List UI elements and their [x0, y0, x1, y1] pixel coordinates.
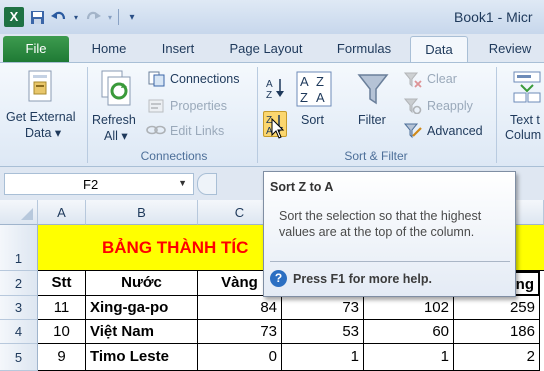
cell-gold[interactable]: 0	[198, 344, 282, 371]
ribbon: Get External Data ▾ Refresh All ▾ Connec…	[0, 62, 544, 167]
sort-a-to-z-icon[interactable]: AZ	[266, 77, 286, 102]
sort-z-to-a-tooltip: Sort Z to A Sort the selection so that t…	[263, 171, 516, 297]
cell-silver[interactable]: 1	[282, 344, 364, 371]
save-icon[interactable]	[28, 8, 46, 26]
svg-text:Z: Z	[316, 74, 324, 89]
svg-text:Z: Z	[266, 90, 272, 99]
tab-data[interactable]: Data	[410, 36, 468, 62]
edit-links-icon	[146, 124, 166, 139]
cell-country[interactable]: Xing-ga-po	[86, 296, 198, 320]
svg-text:A: A	[266, 79, 273, 90]
tooltip-title: Sort Z to A	[270, 180, 334, 194]
tab-home[interactable]: Home	[80, 36, 138, 62]
row-header-5[interactable]: 5	[0, 344, 38, 371]
reapply-button: Reapply	[427, 99, 473, 113]
cell-bronze[interactable]: 1	[364, 344, 454, 371]
connections-group-label: Connections	[140, 149, 208, 163]
filter-icon[interactable]	[357, 73, 389, 110]
mouse-cursor-icon	[271, 117, 285, 143]
window-title: Book1 - Micr	[454, 9, 533, 25]
row-header-2[interactable]: 2	[0, 271, 38, 296]
name-box-value: F2	[83, 177, 99, 192]
title-bar: X ▾ ▾ ▾ Book1 - Micr	[0, 0, 544, 34]
sort-filter-group-label: Sort & Filter	[344, 149, 408, 163]
select-all-corner[interactable]	[0, 200, 38, 225]
tab-page-layout[interactable]: Page Layout	[222, 36, 310, 62]
cell-country[interactable]: Timo Leste	[86, 344, 198, 371]
connections-icon[interactable]	[148, 71, 166, 90]
cell-country[interactable]: Việt Nam	[86, 320, 198, 344]
help-icon: ?	[270, 270, 287, 287]
get-external-data-label[interactable]: Get External	[6, 110, 75, 124]
formula-bar-handle[interactable]	[197, 173, 217, 195]
tooltip-help: ? Press F1 for more help.	[270, 270, 432, 287]
properties-icon	[148, 98, 166, 117]
row-header-4[interactable]: 4	[0, 320, 38, 344]
column-header-b[interactable]: B	[86, 200, 198, 225]
cell-gold[interactable]: 84	[198, 296, 282, 320]
reapply-icon	[403, 98, 422, 117]
cell-silver[interactable]: 53	[282, 320, 364, 344]
advanced-button[interactable]: Advanced	[427, 124, 483, 138]
chevron-down-icon[interactable]: ▼	[178, 178, 187, 188]
svg-text:A: A	[300, 74, 309, 89]
cell-total[interactable]: 259	[454, 296, 540, 320]
cell-total[interactable]: 186	[454, 320, 540, 344]
ribbon-tabs: File Home Insert Page Layout Formulas Da…	[0, 34, 544, 62]
cell-gold[interactable]: 73	[198, 320, 282, 344]
quick-access-toolbar: X ▾ ▾ ▾	[4, 6, 141, 28]
tab-file[interactable]: File	[3, 36, 69, 62]
refresh-all-label-2[interactable]: All ▾	[104, 128, 128, 143]
column-header-a[interactable]: A	[38, 200, 86, 225]
group-separator	[257, 67, 258, 163]
tab-insert[interactable]: Insert	[150, 36, 206, 62]
header-country[interactable]: Nước	[86, 271, 198, 296]
cell-stt[interactable]: 11	[38, 296, 86, 320]
sort-icon[interactable]: AZZA	[296, 71, 332, 110]
undo-dropdown-icon[interactable]: ▾	[72, 8, 80, 26]
group-separator	[87, 67, 88, 163]
get-external-data-label-2[interactable]: Data ▾	[25, 125, 61, 140]
sort-button[interactable]: Sort	[301, 113, 324, 127]
edit-links-button: Edit Links	[170, 124, 225, 138]
tab-formulas[interactable]: Formulas	[327, 36, 401, 62]
clear-filter-icon	[403, 72, 422, 91]
text-to-columns-label-2[interactable]: Colum	[505, 128, 541, 142]
cell-total[interactable]: 2	[454, 344, 540, 371]
cell-stt[interactable]: 9	[38, 344, 86, 371]
connections-button[interactable]: Connections	[170, 72, 240, 86]
group-separator	[496, 67, 497, 163]
text-to-columns-label[interactable]: Text t	[510, 113, 540, 127]
properties-button: Properties	[170, 99, 227, 113]
svg-text:Z: Z	[300, 90, 308, 105]
tooltip-help-text: Press F1 for more help.	[293, 271, 432, 286]
tab-review[interactable]: Review	[480, 36, 540, 62]
cell-bronze[interactable]: 60	[364, 320, 454, 344]
advanced-filter-icon[interactable]	[403, 123, 422, 142]
row-header-1[interactable]: 1	[0, 225, 38, 271]
clear-button: Clear	[427, 72, 457, 86]
filter-button[interactable]: Filter	[358, 113, 386, 127]
tooltip-divider	[270, 261, 510, 262]
refresh-all-icon[interactable]	[100, 69, 134, 112]
cell-silver[interactable]: 73	[282, 296, 364, 320]
tooltip-body: Sort the selection so that the highest v…	[279, 209, 482, 239]
refresh-all-label[interactable]: Refresh	[92, 113, 136, 127]
header-stt[interactable]: Stt	[38, 271, 86, 296]
cell-stt[interactable]: 10	[38, 320, 86, 344]
sheet-title: BẢNG THÀNH TÍC	[102, 238, 249, 257]
undo-icon[interactable]	[50, 8, 68, 26]
text-to-columns-icon[interactable]	[513, 71, 541, 106]
row-header-3[interactable]: 3	[0, 296, 38, 320]
customize-qat-icon[interactable]: ▾	[123, 8, 141, 26]
name-box[interactable]: F2 ▼	[4, 173, 194, 195]
redo-icon[interactable]	[84, 8, 102, 26]
qat-separator	[118, 9, 119, 25]
cell-bronze[interactable]: 102	[364, 296, 454, 320]
excel-logo-icon[interactable]: X	[4, 7, 24, 27]
svg-text:A: A	[316, 90, 325, 105]
get-external-data-icon[interactable]	[25, 69, 55, 106]
redo-dropdown-icon[interactable]: ▾	[106, 8, 114, 26]
